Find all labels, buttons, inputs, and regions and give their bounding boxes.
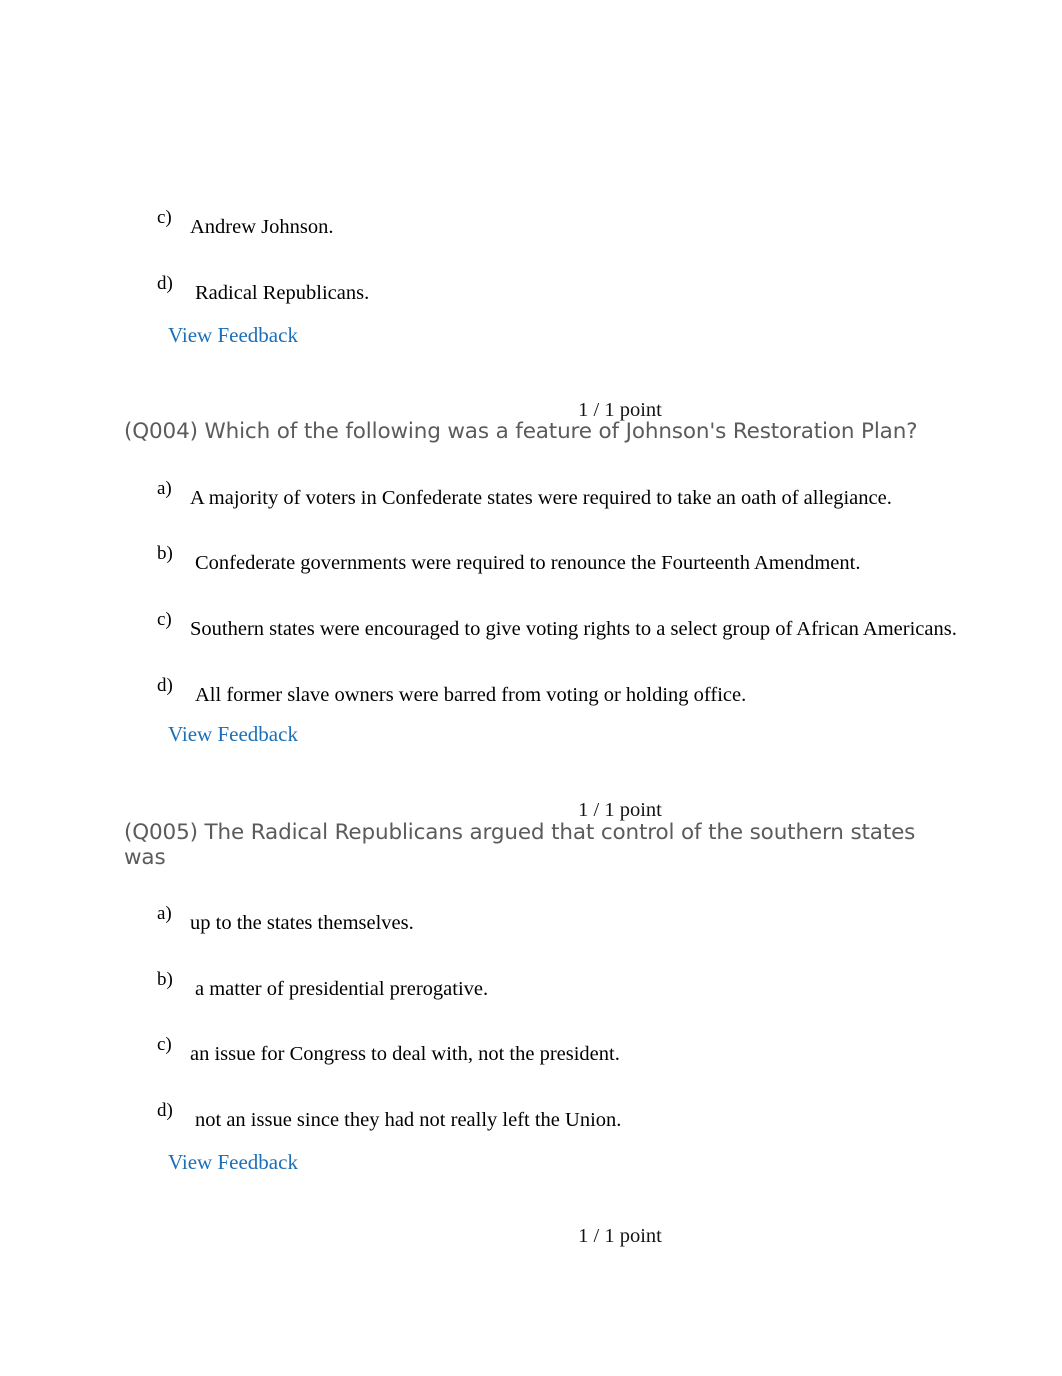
- option-marker: d): [157, 1100, 173, 1121]
- question-prompt: (Q004) Which of the following was a feat…: [124, 419, 954, 445]
- option-marker: c): [157, 609, 172, 630]
- option-text: All former slave owners were barred from…: [195, 684, 747, 706]
- option-text: up to the states themselves.: [190, 912, 414, 934]
- option-marker: b): [157, 969, 173, 990]
- option-text: Confederate governments were required to…: [195, 552, 861, 574]
- option-text: Radical Republicans.: [195, 282, 370, 304]
- question-points: 1 / 1 point: [578, 1225, 662, 1247]
- view-feedback-link[interactable]: View Feedback: [168, 724, 298, 745]
- option-text: an issue for Congress to deal with, not …: [190, 1043, 620, 1065]
- option-text: a matter of presidential prerogative.: [195, 978, 489, 1000]
- option-marker: a): [157, 478, 172, 499]
- option-text: Andrew Johnson.: [190, 216, 334, 238]
- question-prompt: (Q005) The Radical Republicans argued th…: [124, 820, 954, 871]
- option-marker: d): [157, 675, 173, 696]
- option-marker: a): [157, 903, 172, 924]
- question-prompt-line: was: [124, 844, 166, 870]
- option-marker: d): [157, 273, 173, 294]
- quiz-review-page: c) Andrew Johnson. d) Radical Republican…: [0, 0, 1062, 1376]
- question-prompt-line: (Q005) The Radical Republicans argued th…: [124, 820, 916, 845]
- view-feedback-link[interactable]: View Feedback: [168, 1152, 298, 1173]
- option-text: not an issue since they had not really l…: [195, 1109, 622, 1131]
- option-marker: c): [157, 1034, 172, 1055]
- option-text: Southern states were encouraged to give …: [190, 618, 957, 640]
- option-marker: b): [157, 543, 173, 564]
- view-feedback-link[interactable]: View Feedback: [168, 325, 298, 346]
- question-points: 1 / 1 point: [578, 399, 662, 421]
- option-marker: c): [157, 207, 172, 228]
- question-prompt-line: (Q004) Which of the following was a feat…: [124, 419, 918, 444]
- question-points: 1 / 1 point: [578, 799, 662, 821]
- option-text: A majority of voters in Confederate stat…: [190, 487, 892, 509]
